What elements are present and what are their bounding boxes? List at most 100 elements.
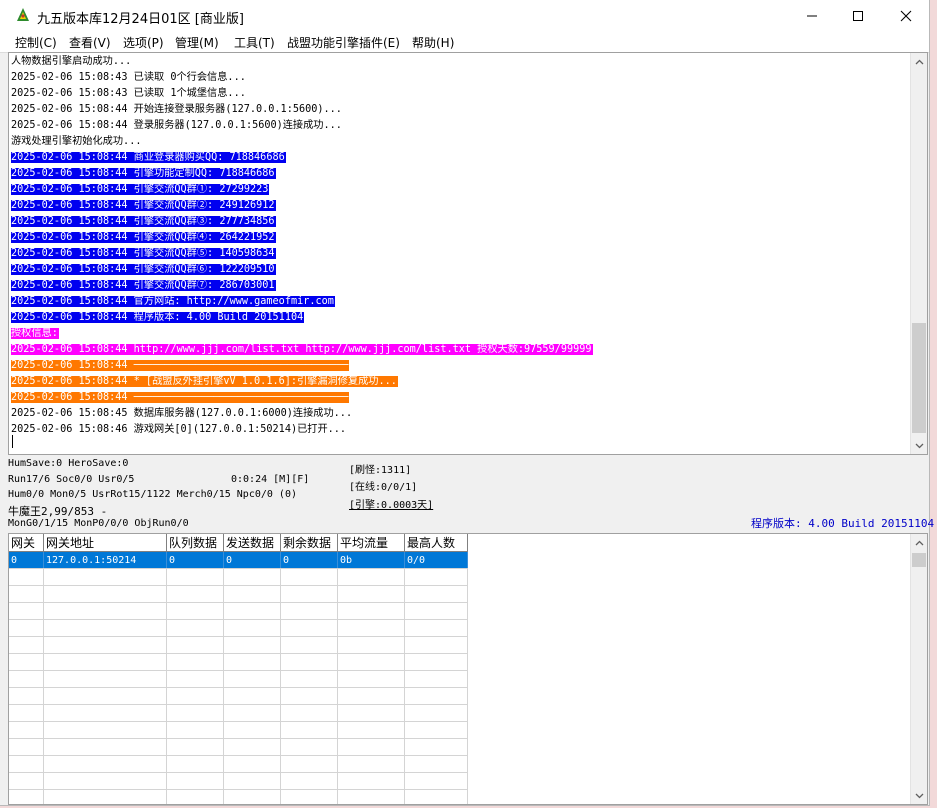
main-window: 九五版本库12月24日01区 [商业版] 控制(C) 查看(V) 选项(P) 管… — [0, 0, 934, 806]
table-cell — [404, 653, 468, 671]
log-line: 2025-02-06 15:08:44 引擎交流QQ群③: 277734856 — [11, 214, 593, 230]
menu-tools[interactable]: 工具(T) — [234, 34, 275, 51]
scroll-up-button[interactable] — [911, 53, 927, 70]
column-header[interactable]: 发送数据 — [223, 534, 281, 552]
table-cell — [280, 653, 338, 671]
scroll-thumb[interactable] — [912, 323, 926, 433]
table-row[interactable] — [9, 704, 468, 722]
log-line-text: 2025-02-06 15:08:44 商业登录器购买QQ: 718846686 — [11, 152, 286, 163]
table-row[interactable] — [9, 687, 468, 705]
maximize-button[interactable] — [835, 0, 881, 32]
table-cell — [166, 687, 224, 705]
log-line-text: 授权信息: — [11, 328, 59, 339]
table-row[interactable] — [9, 721, 468, 739]
log-lines: 人物数据引擎启动成功... 2025-02-06 15:08:43 已读取 0个行… — [11, 54, 593, 438]
table-cell — [43, 755, 167, 773]
status-uptime: 0:0:24 [M][F] — [231, 474, 310, 485]
gateway-grid[interactable]: 网关 网关地址 队列数据 发送数据 剩余数据 平均流量 最高人数 0 127.0.0.1:50… — [8, 533, 928, 805]
table-cell: 0 — [223, 551, 281, 569]
table-row[interactable] — [9, 568, 468, 586]
column-header[interactable]: 队列数据 — [166, 534, 224, 552]
status-counts: Hum0/0 Mon0/5 UsrRot15/1122 Merch0/15 Np… — [8, 489, 297, 500]
menu-control[interactable]: 控制(C) — [15, 34, 57, 51]
column-header[interactable]: 最高人数 — [404, 534, 468, 552]
table-cell — [43, 687, 167, 705]
table-cell: 0 — [9, 551, 44, 569]
log-line: 2025-02-06 15:08:44 引擎交流QQ群⑤: 140598634 — [11, 246, 593, 262]
log-line: 2025-02-06 15:08:44 引擎交流QQ群①: 27299223 — [11, 182, 593, 198]
table-cell — [337, 704, 405, 722]
menu-options[interactable]: 选项(P) — [123, 34, 164, 51]
log-line: 2025-02-06 15:08:44 程序版本: 4.00 Build 201… — [11, 310, 593, 326]
grid-scroll-thumb[interactable] — [912, 553, 926, 567]
table-cell — [337, 619, 405, 637]
log-scrollbar[interactable] — [910, 53, 927, 454]
status-run: Run17/6 Soc0/0 Usr0/5 — [8, 474, 135, 485]
table-cell — [9, 789, 44, 804]
menu-engine-plugins[interactable]: 战盟功能引擎插件(E) — [287, 34, 400, 51]
table-row[interactable] — [9, 619, 468, 637]
table-row[interactable]: 0 127.0.0.1:50214 0 0 0 0b 0/0 — [9, 551, 468, 569]
minimize-icon — [807, 15, 817, 17]
table-cell — [166, 619, 224, 637]
menu-manage[interactable]: 管理(M) — [175, 34, 219, 51]
table-cell — [337, 789, 405, 804]
column-header[interactable]: 剩余数据 — [280, 534, 338, 552]
table-cell — [9, 602, 44, 620]
table-row[interactable] — [9, 602, 468, 620]
close-button[interactable] — [883, 0, 929, 32]
log-line: 2025-02-06 15:08:45 数据库服务器(127.0.0.1:600… — [11, 406, 593, 422]
scroll-down-button[interactable] — [911, 437, 927, 454]
table-cell — [223, 687, 281, 705]
table-cell — [43, 653, 167, 671]
table-row[interactable] — [9, 670, 468, 688]
title-bar[interactable]: 九五版本库12月24日01区 [商业版] — [0, 0, 929, 32]
table-row[interactable] — [9, 755, 468, 773]
table-cell — [404, 704, 468, 722]
grid-scroll-down-button[interactable] — [911, 787, 927, 804]
table-row[interactable] — [9, 653, 468, 671]
table-cell — [9, 568, 44, 586]
maximize-icon — [853, 11, 863, 21]
engine-uptime-link[interactable]: [引擎:0.0003天] — [349, 496, 433, 511]
log-line-text: 人物数据引擎启动成功... — [11, 56, 132, 67]
table-cell — [223, 602, 281, 620]
minimize-button[interactable] — [789, 0, 835, 32]
log-line: 2025-02-06 15:08:44 * [战盟反外挂引擎vV 1.0.1.6… — [11, 374, 593, 390]
app-icon[interactable] — [14, 6, 32, 24]
table-cell — [166, 568, 224, 586]
table-cell — [166, 772, 224, 790]
window-title: 九五版本库12月24日01区 [商业版] — [37, 12, 244, 27]
menu-view[interactable]: 查看(V) — [69, 34, 111, 51]
table-row[interactable] — [9, 789, 468, 804]
log-line-text: 2025-02-06 15:08:44 引擎交流QQ群①: 27299223 — [11, 184, 270, 195]
column-header[interactable]: 网关地址 — [43, 534, 167, 552]
table-row[interactable] — [9, 636, 468, 654]
log-line: 2025-02-06 15:08:44 ────────────────────… — [11, 390, 593, 406]
table-cell — [43, 704, 167, 722]
log-line-text: 2025-02-06 15:08:44 ────────────────────… — [11, 360, 350, 371]
table-cell — [337, 721, 405, 739]
table-row[interactable] — [9, 585, 468, 603]
table-cell — [166, 636, 224, 654]
table-cell — [166, 738, 224, 756]
grid-scroll-up-button[interactable] — [911, 534, 927, 551]
log-line-text: 2025-02-06 15:08:44 * [战盟反外挂引擎vV 1.0.1.6… — [11, 376, 398, 387]
column-header[interactable]: 网关 — [9, 534, 44, 552]
table-cell — [9, 653, 44, 671]
log-line-text: 2025-02-06 15:08:43 已读取 1个城堡信息... — [11, 88, 246, 99]
table-cell — [9, 585, 44, 603]
table-cell — [43, 721, 167, 739]
menu-help[interactable]: 帮助(H) — [412, 34, 454, 51]
log-line-text: 2025-02-06 15:08:44 http://www.jjj.com/l… — [11, 344, 593, 355]
column-header[interactable]: 平均流量 — [337, 534, 405, 552]
table-row[interactable] — [9, 738, 468, 756]
table-cell — [223, 568, 281, 586]
table-cell — [337, 585, 405, 603]
grid-scrollbar[interactable] — [910, 534, 927, 804]
log-panel[interactable]: 人物数据引擎启动成功... 2025-02-06 15:08:43 已读取 0个行… — [8, 52, 928, 455]
table-cell — [404, 585, 468, 603]
table-cell — [43, 772, 167, 790]
table-row[interactable] — [9, 772, 468, 790]
close-icon — [900, 10, 912, 22]
